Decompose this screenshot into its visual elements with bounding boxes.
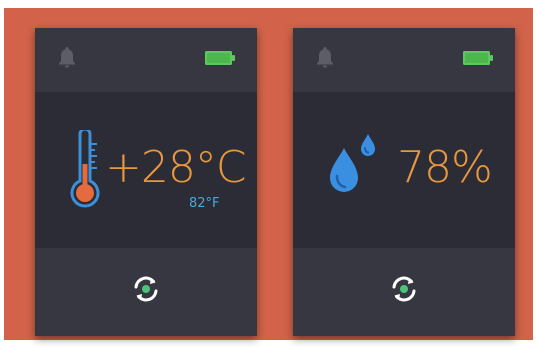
refresh-button[interactable] [129,272,163,306]
temperature-card: +28°C 82°F [35,28,257,336]
battery-icon [205,51,235,65]
card-reading: 78% [293,92,515,248]
card-reading: +28°C 82°F [35,92,257,248]
refresh-icon [134,276,158,302]
card-footer [35,248,257,336]
temperature-fahrenheit: 82°F [189,196,220,211]
temperature-value: +28°C [105,142,247,193]
battery-icon [463,51,493,65]
card-header [293,28,515,92]
refresh-icon [392,276,416,302]
bell-icon[interactable] [316,46,334,68]
background-frame: +28°C 82°F 78% [4,8,533,340]
card-header [35,28,257,92]
refresh-button[interactable] [387,272,421,306]
water-drops-icon [330,134,375,192]
humidity-card: 78% [293,28,515,336]
thermometer-icon [70,130,100,208]
bell-icon[interactable] [58,46,76,68]
card-footer [293,248,515,336]
humidity-value: 78% [397,142,493,193]
